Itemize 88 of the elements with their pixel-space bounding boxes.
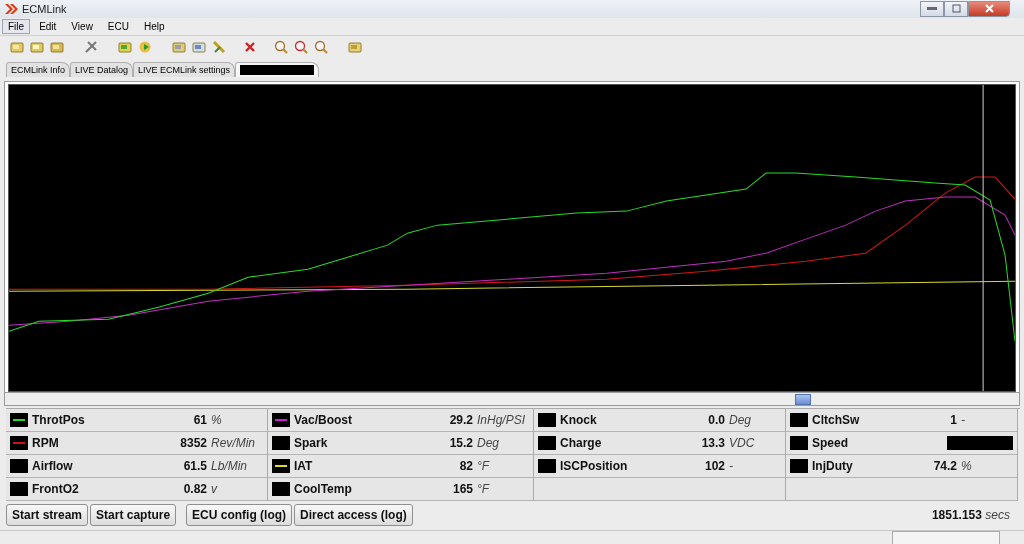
channel-name: Charge <box>560 436 603 451</box>
window-title: ECMLink <box>22 2 68 15</box>
channel-swatch <box>272 436 290 451</box>
table-icon[interactable] <box>172 40 186 55</box>
channel-value: 1 <box>950 413 957 428</box>
table-settings-icon[interactable] <box>192 40 206 55</box>
wrench-icon[interactable] <box>212 40 226 55</box>
channel-value: 0.0 <box>708 413 725 428</box>
maximize-button[interactable] <box>944 0 968 17</box>
elapsed-time: 1851.153 secs <box>931 508 1010 523</box>
channel-swatch <box>272 482 290 497</box>
channel-swatch <box>538 413 556 428</box>
open-folder-icon[interactable] <box>10 40 24 55</box>
channel-value: 8352 <box>180 436 207 451</box>
channel-value: 61.5 <box>183 459 207 474</box>
channel-unit: - <box>729 459 734 474</box>
action-button[interactable]: Direct access (log) <box>294 504 413 527</box>
channel-value: 29.2 <box>449 413 473 428</box>
channel-unit: Rev/Min <box>211 436 256 451</box>
tab[interactable]: LIVE ECMLink settings <box>133 62 236 78</box>
channel-unit: °F <box>477 459 491 474</box>
save-icon[interactable] <box>30 40 44 55</box>
channel-name: Knock <box>560 413 598 428</box>
channel-value: 61 <box>193 413 207 428</box>
channel-name: ThrotPos <box>32 413 86 428</box>
tab[interactable]: ECMLink Info <box>6 62 71 78</box>
menu-item[interactable]: Edit <box>33 18 63 34</box>
app-logo-icon <box>4 1 18 16</box>
channel-name: Vac/Boost <box>294 413 354 428</box>
channel-unit: % <box>961 459 973 474</box>
channel-swatch <box>538 436 556 451</box>
channel-value: 74.2 <box>933 459 957 474</box>
channel-swatch <box>790 436 808 451</box>
channel-name: FrontO2 <box>32 482 80 497</box>
action-button[interactable]: Start capture <box>90 504 177 527</box>
horizontal-scrollbar[interactable] <box>4 393 1020 407</box>
channel-unit: v <box>211 482 219 497</box>
channel-name: Speed <box>812 436 849 451</box>
tab[interactable]: LIVE Datalog <box>70 62 134 78</box>
channel-unit: Lb/Min <box>211 459 249 474</box>
channel-value: 15.2 <box>449 436 473 451</box>
action-button[interactable]: Start stream <box>6 504 89 527</box>
channel-name: ISCPosition <box>560 459 629 474</box>
channel-name: CoolTemp <box>294 482 353 497</box>
channel-unit: % <box>211 413 223 428</box>
channel-name: Spark <box>294 436 329 451</box>
minimize-icon <box>927 6 937 11</box>
close-icon <box>984 4 994 14</box>
refresh-icon[interactable] <box>138 40 152 55</box>
menu-item[interactable]: View <box>65 18 99 34</box>
delete-icon[interactable] <box>244 41 256 54</box>
channel-value: 102 <box>704 459 725 474</box>
channel-name: Airflow <box>32 459 74 474</box>
channel-name: InjDuty <box>812 459 854 474</box>
channel-unit: Deg <box>477 436 500 451</box>
channel-swatch <box>10 482 28 497</box>
menu-item[interactable]: Help <box>138 18 171 34</box>
channel-name: CltchSw <box>812 413 861 428</box>
folder-icon[interactable] <box>50 40 64 55</box>
channel-value: 165 <box>452 482 473 497</box>
grid-icon[interactable] <box>348 40 362 55</box>
channel-value: 0.82 <box>183 482 207 497</box>
action-button[interactable]: ECU config (log) <box>186 504 293 527</box>
channel-unit: VDC <box>729 436 756 451</box>
close-button[interactable] <box>968 0 1010 17</box>
menu-item[interactable]: ECU <box>101 18 135 34</box>
zoom-out-icon[interactable] <box>314 40 328 55</box>
tab[interactable] <box>235 62 320 78</box>
zoom-reset-icon[interactable] <box>274 40 288 55</box>
zoom-in-icon[interactable] <box>294 40 308 55</box>
channel-value: 13.3 <box>701 436 725 451</box>
channel-swatch <box>538 459 556 474</box>
channel-value: 82 <box>459 459 473 474</box>
scroll-thumb[interactable] <box>795 394 811 406</box>
maximize-icon <box>951 4 961 14</box>
cursor-line[interactable] <box>982 85 984 392</box>
channel-name: RPM <box>32 436 60 451</box>
menu-item[interactable]: File <box>2 18 31 34</box>
channel-unit: Deg <box>729 413 752 428</box>
channel-swatch <box>790 413 808 428</box>
channel-swatch <box>790 459 808 474</box>
channel-name: IAT <box>294 459 314 474</box>
channel-unit: °F <box>477 482 491 497</box>
channel-unit: InHg/PSI <box>477 413 527 428</box>
channel-swatch <box>10 459 28 474</box>
channel-unit: - <box>961 413 966 428</box>
import-icon[interactable] <box>118 40 132 55</box>
minimize-button[interactable] <box>920 0 944 17</box>
